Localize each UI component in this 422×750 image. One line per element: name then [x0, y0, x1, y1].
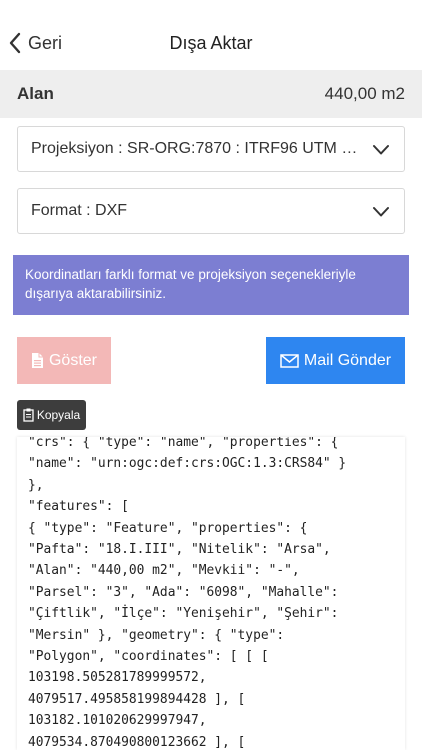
code-line: { "type": "Feature", "properties": {	[28, 520, 308, 536]
code-line: "features": [	[28, 499, 129, 515]
show-button[interactable]: Göster	[17, 337, 111, 384]
format-select[interactable]: Format : DXF	[17, 188, 405, 234]
code-line: "crs": { "type": "name", "properties": {	[28, 437, 339, 450]
code-line: "Parsel": "3", "Ada": "6098", "Mahalle":	[28, 584, 339, 600]
code-line: "name": "urn:ogc:def:crs:OGC:1.3:CRS84" …	[28, 456, 347, 472]
clipboard-icon	[23, 408, 34, 422]
page-title: Dışa Aktar	[169, 33, 253, 53]
code-line: "Alan": "440,00 m2", "Mevkii": "-",	[28, 563, 300, 579]
envelope-icon	[280, 353, 299, 368]
area-value: 440,00 m2	[324, 84, 405, 103]
area-row: Alan 440,00 m2	[0, 70, 422, 118]
chevron-down-icon	[373, 207, 389, 217]
code-line: "Çiftlik", "İlçe": "Yenişehir", "Şehir":	[28, 606, 339, 622]
geojson-output[interactable]: "crs": { "type": "name", "properties": {…	[17, 437, 405, 750]
copy-button-label: Kopyala	[36, 408, 81, 422]
projection-select-value: Projeksiyon : SR-ORG:7870 : ITRF96 UTM Z…	[31, 140, 360, 157]
send-mail-button-label: Mail Gönder	[303, 351, 392, 369]
code-line: "Mersin" }, "geometry": { "type":	[28, 627, 285, 643]
navigation-bar: Geri Dışa Aktar	[0, 0, 422, 70]
code-line: "Polygon", "coordinates": [ [ [	[28, 649, 269, 665]
show-button-label: Göster	[48, 351, 97, 369]
code-line: 103182.101020629997947,	[28, 713, 207, 729]
code-line: 103198.505281789999572,	[28, 670, 207, 686]
geojson-text: "crs": { "type": "name", "properties": {…	[17, 437, 405, 750]
code-line: 4079517.495858199894428 ], [	[28, 691, 246, 707]
format-select-value: Format : DXF	[31, 202, 128, 219]
area-label: Alan	[17, 84, 54, 103]
code-line: 4079534.870490800123662 ], [	[28, 734, 246, 750]
export-form: Projeksiyon : SR-ORG:7870 : ITRF96 UTM Z…	[0, 118, 422, 750]
copy-button[interactable]: Kopyala	[17, 400, 86, 430]
code-line: "Pafta": "18.I.III", "Nitelik": "Arsa",	[28, 542, 331, 558]
info-banner: Koordinatları farklı format ve projeksiy…	[13, 255, 409, 315]
chevron-down-icon	[373, 145, 389, 155]
document-icon	[31, 353, 43, 368]
code-line: },	[28, 477, 44, 493]
send-mail-button[interactable]: Mail Gönder	[266, 337, 405, 384]
projection-select[interactable]: Projeksiyon : SR-ORG:7870 : ITRF96 UTM Z…	[17, 126, 405, 172]
